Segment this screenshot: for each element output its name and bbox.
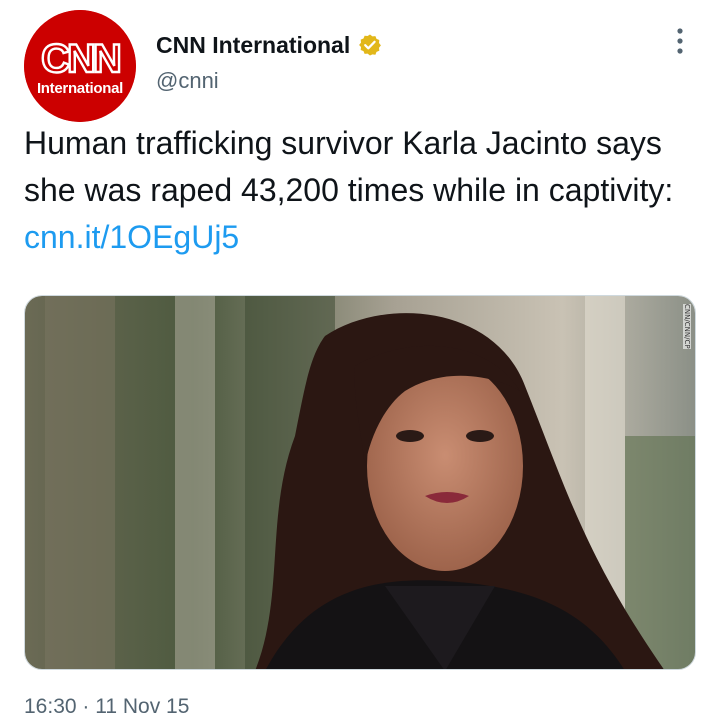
tweet-time: 16:30 — [24, 695, 77, 718]
timestamp-separator: · — [76, 695, 96, 718]
avatar-sub-text: International — [36, 80, 124, 97]
tweet-body: Human trafficking survivor Karla Jacinto… — [24, 125, 674, 208]
cnn-logo-icon: CNN — [24, 10, 136, 122]
tweet-text: Human trafficking survivor Karla Jacinto… — [24, 120, 704, 261]
photo-credit: CNN/CNN/CP — [683, 304, 691, 349]
more-options-icon[interactable] — [666, 24, 694, 58]
author-row: CNN International — [156, 30, 382, 60]
tweet-timestamp[interactable]: 16:30 · 11 Nov 15 — [24, 695, 189, 719]
tweet-date: 11 Nov 15 — [95, 695, 190, 718]
avatar-logo-text: CNN — [41, 37, 120, 81]
tweet-link[interactable]: cnn.it/1OEgUj5 — [24, 219, 239, 255]
author-handle[interactable]: @cnni — [156, 68, 219, 94]
photo-image — [25, 296, 695, 669]
tweet-photo[interactable]: CNN/CNN/CP — [24, 295, 696, 670]
verified-badge-icon — [358, 33, 382, 57]
display-name[interactable]: CNN International — [156, 32, 350, 59]
avatar[interactable]: CNN International — [24, 10, 136, 122]
